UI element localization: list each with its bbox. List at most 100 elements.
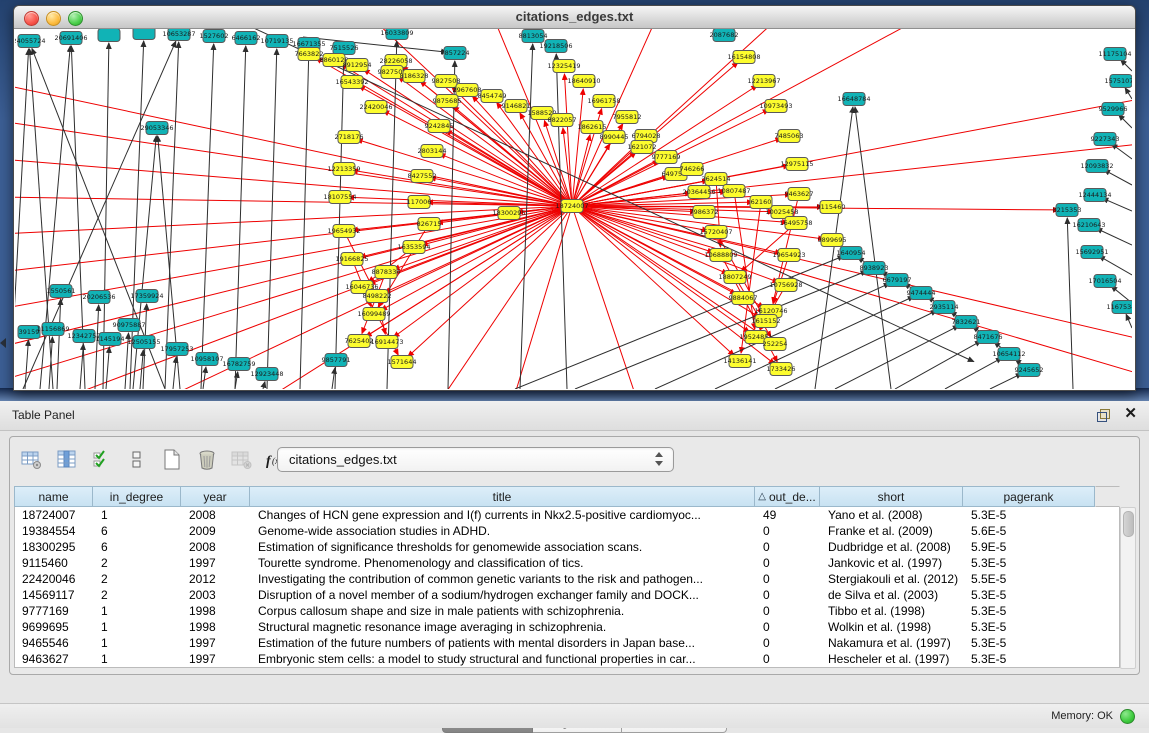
network-node[interactable]: 8990445 <box>600 131 629 144</box>
network-node[interactable]: 8186328 <box>400 70 429 83</box>
scrollbar-thumb[interactable] <box>1123 511 1134 537</box>
network-node[interactable]: 8427552 <box>408 170 437 183</box>
network-node[interactable]: 29053346 <box>140 122 173 135</box>
table-settings-icon[interactable] <box>20 448 44 472</box>
row-select-icon[interactable] <box>90 448 114 472</box>
network-node[interactable]: 15751074 <box>1104 75 1132 88</box>
table-row[interactable]: 946554611997Estimation of the future num… <box>15 635 1119 651</box>
column-header-year[interactable]: year <box>181 486 250 507</box>
network-node[interactable]: 16648784 <box>837 93 870 106</box>
network-node[interactable]: 20691406 <box>54 32 87 45</box>
network-node[interactable]: 10653287 <box>162 29 195 41</box>
close-panel-icon[interactable]: ✕ <box>1124 406 1137 422</box>
network-node[interactable]: 6679197 <box>883 274 912 287</box>
network-node[interactable]: 10688809 <box>704 249 737 262</box>
memory-status-indicator[interactable] <box>1120 709 1135 724</box>
select-columns-icon[interactable] <box>55 448 79 472</box>
network-node[interactable]: 12505155 <box>127 336 160 349</box>
network-node[interactable]: 1550561 <box>47 285 76 298</box>
network-node[interactable]: 16543392 <box>335 76 368 89</box>
network-node[interactable]: 2803144 <box>418 145 447 158</box>
network-node[interactable]: 8822057 <box>548 114 577 127</box>
table-row[interactable]: 1456911722003Disruption of a novel membe… <box>15 587 1119 603</box>
network-node[interactable]: 16033809 <box>380 29 413 40</box>
table-row[interactable]: 977716911998Corpus callosum shape and si… <box>15 603 1119 619</box>
network-node[interactable]: 14136141 <box>723 355 756 368</box>
network-node[interactable]: 19218506 <box>539 40 572 53</box>
column-header-out_de[interactable]: △out_de... <box>755 486 820 507</box>
delete-table-icon[interactable] <box>230 448 254 472</box>
network-node[interactable]: 826715 <box>417 218 442 231</box>
network-node[interactable]: 90975887 <box>112 319 145 332</box>
network-node[interactable]: 1571644 <box>388 356 417 369</box>
column-header-short[interactable]: short <box>820 486 963 507</box>
network-node[interactable]: 16495758 <box>779 217 812 230</box>
network-node[interactable]: 9884067 <box>729 292 758 305</box>
network-node[interactable]: 62160 <box>750 196 772 209</box>
network-node[interactable]: 8454749 <box>478 90 507 103</box>
network-node[interactable]: 16961758 <box>587 95 620 108</box>
network-node[interactable]: 11156869 <box>36 323 69 336</box>
network-node[interactable]: 2087682 <box>710 29 739 42</box>
network-window-titlebar[interactable]: citations_edges.txt <box>14 6 1135 29</box>
network-node[interactable]: 1733426 <box>767 363 796 376</box>
network-node[interactable]: 1145194 <box>96 333 125 346</box>
network-node[interactable]: 7857224 <box>441 47 470 60</box>
network-node[interactable]: 8471676 <box>974 331 1003 344</box>
network-node[interactable]: 24055724 <box>15 35 46 48</box>
column-header-name[interactable]: name <box>14 486 93 507</box>
network-node[interactable]: 9242845 <box>425 120 454 133</box>
network-node[interactable]: 20364456 <box>682 186 715 199</box>
network-node[interactable]: 18640910 <box>567 75 600 88</box>
network-node[interactable]: 252254 <box>763 338 788 351</box>
network-node[interactable]: 9875685 <box>433 95 462 108</box>
network-node[interactable]: 6466162 <box>232 32 261 45</box>
panel-collapse-arrow-icon[interactable] <box>0 338 6 348</box>
network-node[interactable]: 16914473 <box>370 336 403 349</box>
network-node[interactable]: 8878334 <box>372 266 401 279</box>
network-node[interactable]: 8938923 <box>860 262 889 275</box>
network-node[interactable]: 11175104 <box>1098 48 1131 61</box>
network-node[interactable]: 10719135 <box>260 35 293 48</box>
network-node[interactable]: 16154808 <box>727 51 760 64</box>
network-node[interactable]: 10654112 <box>992 348 1025 361</box>
network-node[interactable]: 9777169 <box>652 151 681 164</box>
network-node[interactable]: 18807249 <box>718 271 751 284</box>
network-node[interactable] <box>98 29 120 42</box>
network-canvas[interactable]: 2405572420691406106532871527602646616210… <box>15 29 1132 389</box>
network-node[interactable]: 10807487 <box>717 185 750 198</box>
network-node[interactable]: 1615152 <box>752 315 781 328</box>
column-header-title[interactable]: title <box>250 486 755 507</box>
table-row[interactable]: 1872400712008Changes of HCN gene express… <box>15 507 1119 523</box>
network-node[interactable]: 746266 <box>680 163 705 176</box>
network-node[interactable]: 15692951 <box>1075 246 1108 259</box>
table-row[interactable]: 946362711997Embryonic stem cells: a mode… <box>15 651 1119 667</box>
network-node[interactable]: 12975115 <box>780 158 813 171</box>
network-node[interactable]: 17359924 <box>130 290 163 303</box>
network-node[interactable]: 7515526 <box>330 42 359 55</box>
network-node[interactable]: 117006 <box>407 196 432 209</box>
network-node[interactable]: 17957253 <box>160 343 193 356</box>
network-node[interactable]: 20206536 <box>82 291 115 304</box>
network-node[interactable]: 7832621 <box>952 316 981 329</box>
network-node[interactable]: 8813054 <box>519 30 548 43</box>
network-node[interactable]: 16782759 <box>222 358 255 371</box>
network-node[interactable]: 11675342 <box>1106 301 1132 314</box>
network-node[interactable]: 3624514 <box>702 173 731 186</box>
network-node[interactable]: 7485063 <box>775 130 804 143</box>
network-node[interactable]: 8912954 <box>343 59 372 72</box>
network-node[interactable]: 9899695 <box>818 234 847 247</box>
network-node[interactable]: 9146821 <box>502 100 531 113</box>
trash-icon[interactable] <box>195 448 219 472</box>
network-node[interactable]: 16353594 <box>397 241 430 254</box>
network-node[interactable]: 1621072 <box>628 141 657 154</box>
network-node[interactable]: 12923448 <box>250 368 283 381</box>
network-node[interactable]: 19654932 <box>327 225 360 238</box>
network-node[interactable]: 2935114 <box>930 301 959 314</box>
network-node[interactable]: 10958107 <box>190 353 223 366</box>
network-node[interactable]: 9857791 <box>322 354 351 367</box>
network-node[interactable]: 16099489 <box>357 308 390 321</box>
table-row[interactable]: 2242004622012Investigating the contribut… <box>15 571 1119 587</box>
network-node[interactable]: 7625402 <box>345 335 374 348</box>
network-node[interactable]: 9115460 <box>817 201 846 214</box>
